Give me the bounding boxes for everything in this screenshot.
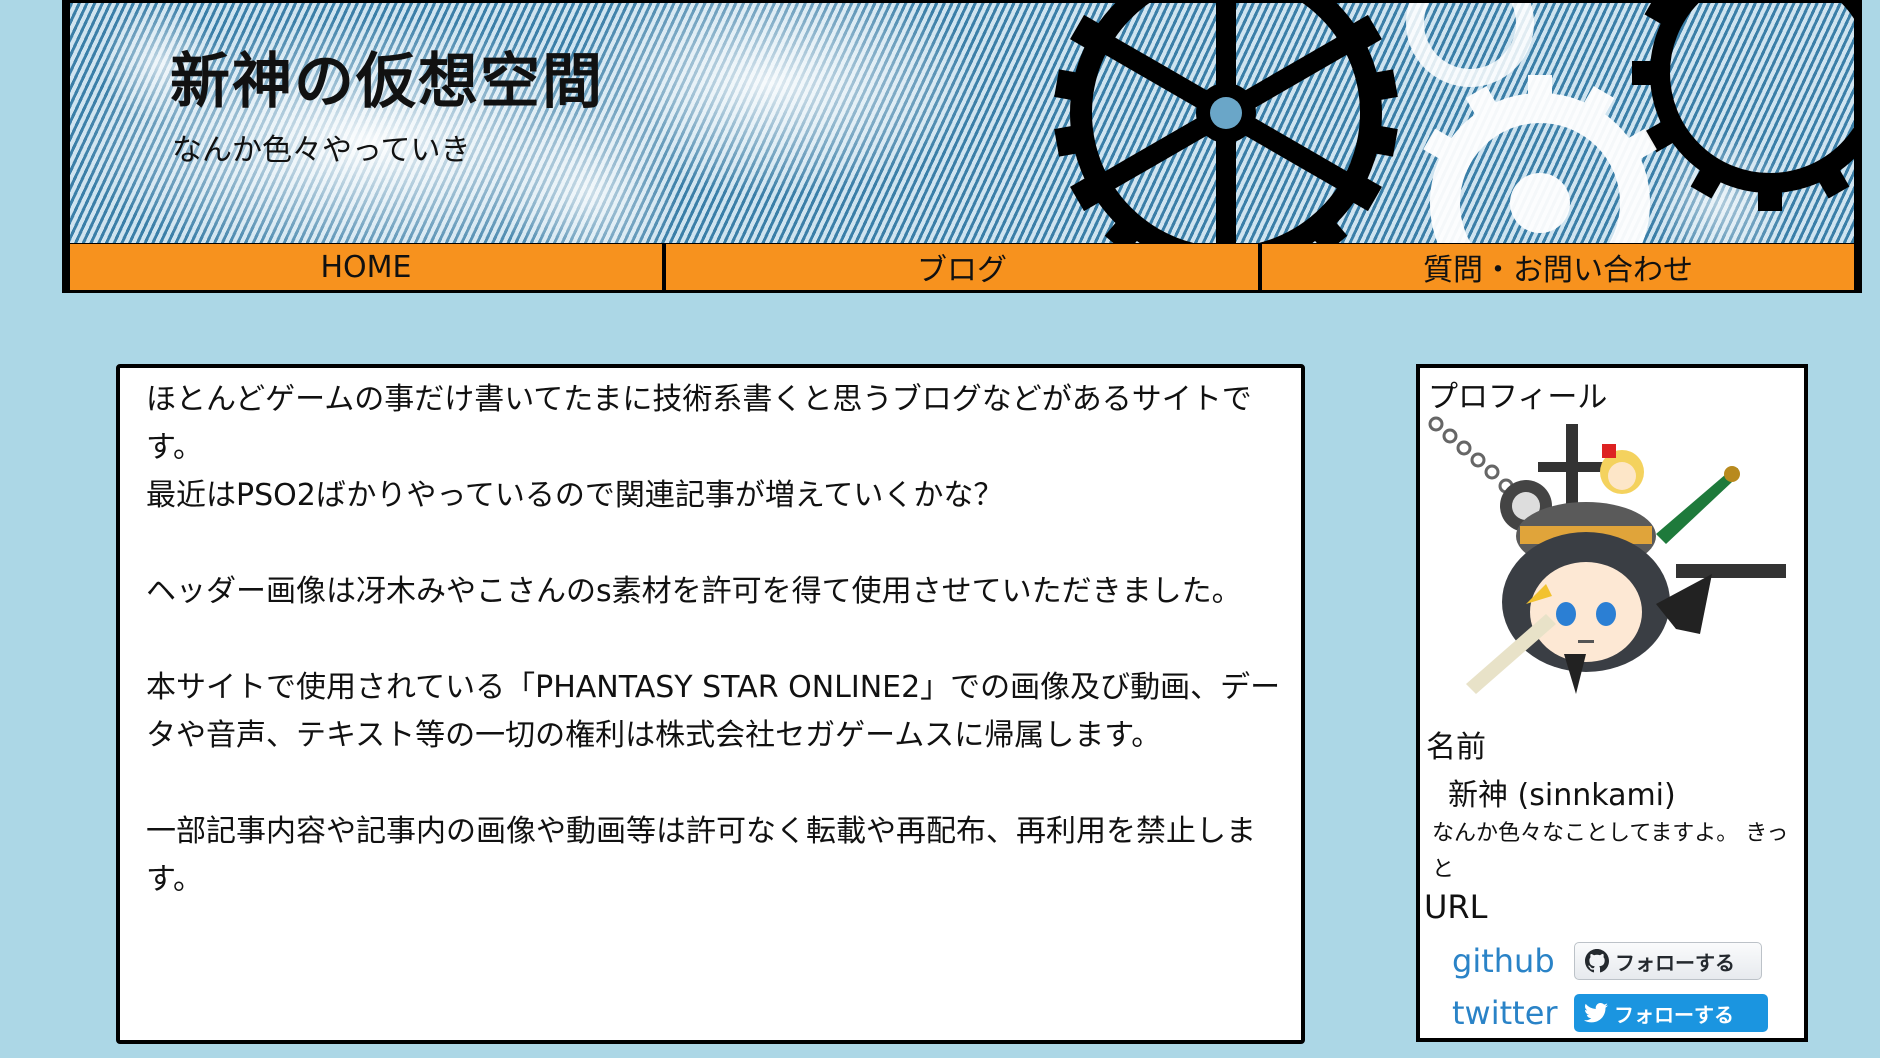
github-row: github フォローする [1452,942,1762,980]
profile-bio: なんか色々なことしてますよ。 きっと [1432,821,1789,882]
url-label: URL [1424,888,1488,926]
github-follow-label: フォローする [1615,950,1735,975]
site-header: 新神の仮想空間 なんか色々やっていき HOME ブログ 質問・お問い合わせ [62,0,1862,293]
github-link[interactable]: github [1452,942,1574,980]
nav-item-contact[interactable]: 質問・お問い合わせ [1262,244,1854,290]
intro-paragraph: ヘッダー画像は冴木みやこさんのs素材を許可を得て使用させていただきました。 [146,574,1242,609]
site-title[interactable]: 新神の仮想空間 [170,33,604,120]
name-label: 名前 [1426,730,1486,765]
github-follow-button[interactable]: フォローする [1574,942,1762,980]
nav-item-blog[interactable]: ブログ [666,244,1258,290]
site-subtitle: なんか色々やっていき [172,133,471,168]
profile-widget: プロフィール 名前 新神 (sinnkami) なんか色々なことしてますよ。 き… [1416,364,1808,1042]
twitter-link[interactable]: twitter [1452,994,1574,1032]
intro-paragraph: ほとんどゲームの事だけ書いてたまに技術系書くと思うブログなどがあるサイトです。 [146,382,1252,465]
intro-paragraph: 本サイトで使用されている「PHANTASY STAR ONLINE2」での画像及… [146,670,1281,753]
intro-text: ほとんどゲームの事だけ書いてたまに技術系書くと思うブログなどがあるサイトです。 … [146,376,1286,904]
main-nav: HOME ブログ 質問・お問い合わせ [70,244,1854,290]
intro-box: ほとんどゲームの事だけ書いてたまに技術系書くと思うブログなどがあるサイトです。 … [116,364,1305,1044]
github-icon [1585,949,1609,973]
twitter-row: twitter フォローする [1452,994,1768,1032]
twitter-bird-icon [1584,1003,1608,1023]
nav-item-home[interactable]: HOME [70,244,662,290]
profile-name: 新神 (sinnkami) [1448,778,1676,813]
avatar [1428,416,1786,694]
profile-title: プロフィール [1428,380,1608,415]
twitter-follow-button[interactable]: フォローする [1574,994,1768,1032]
header-banner: 新神の仮想空間 なんか色々やっていき [70,3,1854,243]
intro-paragraph: 最近はPSO2ばかりやっているので関連記事が増えていくかな？ [146,478,1004,513]
twitter-follow-label: フォローする [1614,1002,1734,1027]
intro-paragraph: 一部記事内容や記事内の画像や動画等は許可なく転載や再配布、再利用を禁止します。 [146,814,1256,897]
